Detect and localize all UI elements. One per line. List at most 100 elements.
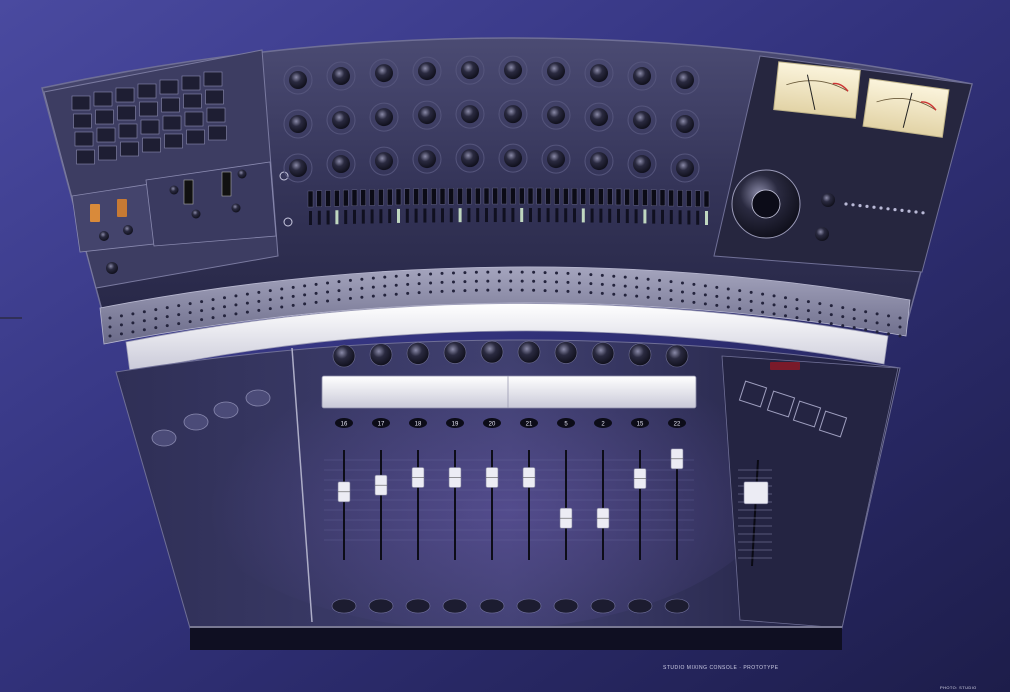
- patch-hole: [509, 288, 513, 292]
- rotary-knob: [676, 159, 694, 177]
- channel-button: [479, 598, 505, 614]
- led: [907, 209, 911, 213]
- channel-button: [405, 598, 431, 614]
- keypad-key: [118, 123, 138, 139]
- patch-hole: [566, 289, 570, 293]
- patch-hole: [703, 293, 707, 297]
- keypad-key: [140, 119, 160, 135]
- switch: [360, 189, 366, 206]
- patch-hole: [451, 271, 455, 275]
- rotary-knob: [676, 115, 694, 133]
- channel-knob: [480, 340, 504, 364]
- led: [879, 206, 883, 210]
- switch: [483, 187, 490, 205]
- switch: [475, 187, 481, 205]
- patch-hole: [703, 284, 707, 288]
- channel-label: 21: [526, 422, 533, 428]
- patch-hole: [772, 303, 776, 307]
- patch-hole: [268, 307, 272, 311]
- small-knob: [169, 185, 179, 195]
- patch-hole: [451, 280, 455, 284]
- patch-hole: [463, 289, 467, 293]
- switch: [608, 208, 612, 223]
- patch-hole: [692, 291, 696, 295]
- patch-hole: [623, 293, 627, 297]
- patch-hole: [383, 284, 387, 288]
- channel-knob: [517, 340, 541, 364]
- patch-hole: [142, 328, 146, 332]
- rotary-knob: [590, 152, 608, 171]
- rotary-knob: [461, 149, 479, 168]
- channel-button: [331, 598, 357, 614]
- switch: [598, 188, 604, 205]
- switch: [423, 208, 427, 223]
- rotary-knob: [504, 105, 522, 124]
- small-knob: [237, 169, 247, 179]
- patch-hole: [715, 285, 719, 289]
- patch-hole: [119, 323, 123, 327]
- channel-label: 19: [452, 422, 459, 428]
- keypad-key: [205, 89, 224, 105]
- switch: [615, 188, 622, 206]
- patch-hole: [818, 311, 822, 315]
- patch-hole: [589, 273, 593, 277]
- switch: [661, 209, 664, 224]
- rotary-knob: [332, 155, 350, 174]
- photo-caption: STUDIO MIXING CONSOLE · PROTOTYPE: [663, 665, 779, 671]
- patch-hole: [875, 321, 879, 325]
- patch-hole: [429, 272, 433, 276]
- switch: [492, 187, 498, 205]
- switch: [361, 209, 365, 224]
- patch-hole: [440, 289, 444, 293]
- small-knob: [106, 262, 118, 274]
- led: [886, 207, 890, 211]
- led: [858, 204, 862, 208]
- channel-knob: [369, 343, 393, 366]
- small-knob: [191, 209, 201, 219]
- mixing-console-photo: 16 17 18 19 20 21 5 2 15 22: [0, 0, 1010, 692]
- patch-hole: [829, 313, 833, 317]
- keypad-key: [93, 91, 113, 107]
- switch: [554, 187, 560, 205]
- patch-hole: [898, 316, 902, 320]
- patch-hole: [555, 289, 559, 293]
- switch: [307, 190, 314, 208]
- channel-knob: [443, 341, 467, 364]
- patch-hole: [257, 299, 261, 303]
- patch-hole: [326, 299, 330, 303]
- patch-hole: [646, 295, 650, 299]
- patch-hole: [635, 285, 639, 289]
- keypad-key: [184, 111, 204, 127]
- switch: [520, 208, 524, 223]
- patch-hole: [108, 334, 112, 338]
- patch-hole: [795, 307, 799, 311]
- patch-hole: [887, 323, 891, 327]
- switch: [334, 190, 340, 207]
- keypad-key: [164, 133, 183, 149]
- patch-hole: [440, 271, 444, 275]
- switch: [448, 188, 454, 205]
- patch-hole: [898, 325, 902, 329]
- patch-hole: [326, 290, 330, 294]
- switch: [651, 189, 657, 206]
- patch-hole: [291, 294, 295, 298]
- patch-hole: [635, 276, 639, 280]
- patch-hole: [841, 315, 845, 319]
- patch-hole: [497, 279, 501, 283]
- patch-hole: [371, 276, 375, 280]
- patch-hole: [887, 332, 891, 336]
- patch-hole: [852, 308, 856, 312]
- patch-hole: [211, 298, 215, 302]
- switch: [388, 209, 392, 224]
- switch: [458, 208, 462, 223]
- switch: [536, 187, 542, 205]
- patch-hole: [577, 281, 581, 285]
- patch-hole: [795, 316, 799, 320]
- patch-hole: [658, 296, 662, 300]
- channel-button: [442, 598, 468, 614]
- keypad-key: [71, 95, 91, 111]
- photo-credit: PHOTO: STUDIO: [940, 685, 977, 690]
- patch-hole: [738, 307, 742, 311]
- patch-hole: [738, 298, 742, 302]
- rotary-knob: [633, 155, 651, 174]
